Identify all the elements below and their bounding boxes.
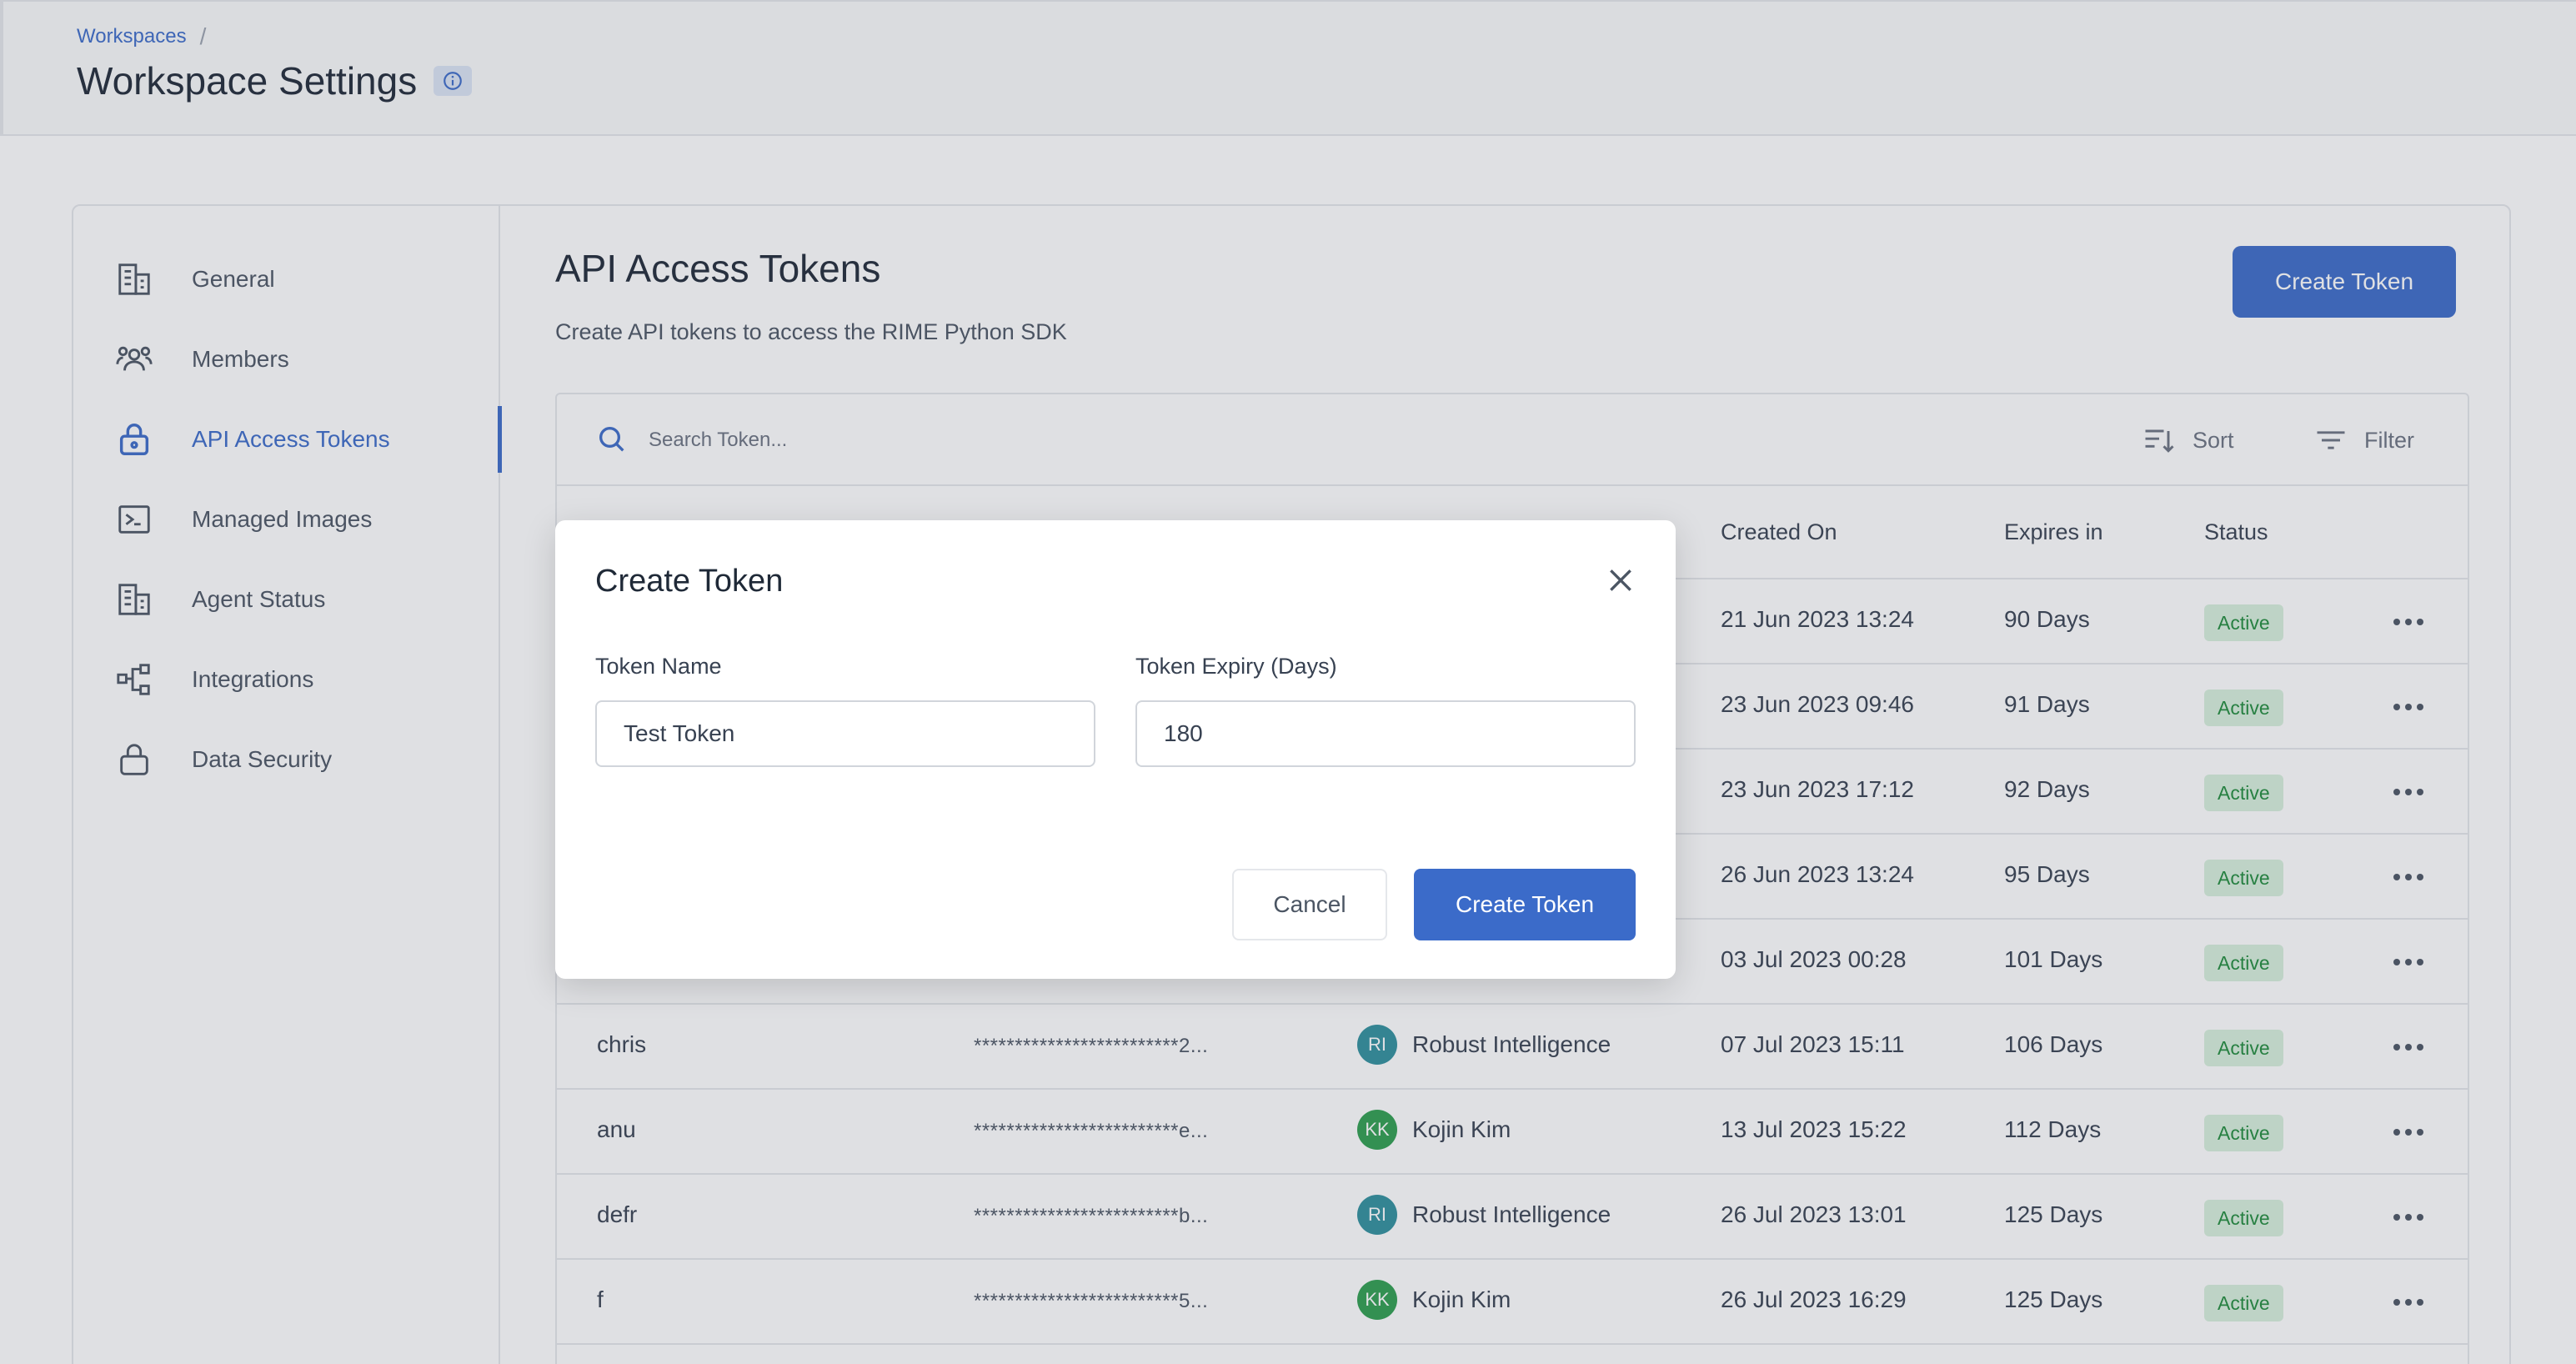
modal-create-token-button[interactable]: Create Token (1414, 869, 1636, 940)
token-name-label: Token Name (595, 654, 722, 679)
token-name-input[interactable] (595, 700, 1095, 767)
create-token-modal: Create Token Token Name Token Expiry (Da… (555, 520, 1676, 979)
close-icon[interactable] (1604, 564, 1637, 597)
modal-title: Create Token (595, 564, 784, 599)
cancel-button[interactable]: Cancel (1232, 869, 1387, 940)
token-expiry-label: Token Expiry (Days) (1135, 654, 1337, 679)
token-expiry-input[interactable] (1135, 700, 1636, 767)
